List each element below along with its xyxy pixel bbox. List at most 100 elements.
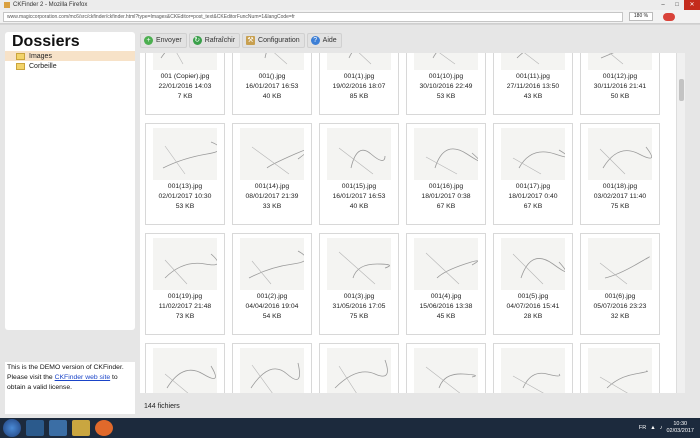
file-size: 73 KB [175,313,195,320]
thumbnail-image [153,53,217,70]
file-date: 18/01/2017 0:40 [508,193,558,200]
demo-notice: This is the DEMO version of CKFinder. Pl… [5,362,135,414]
close-button[interactable]: ✕ [684,0,700,10]
file-size: 43 KB [523,93,543,100]
file-tile[interactable] [232,343,312,393]
file-name: 001(12).jpg [602,73,638,80]
file-size: 75 KB [610,203,630,210]
file-tile[interactable]: 001(13).jpg 02/01/2017 10:30 53 KB [145,123,225,225]
help-label: Aide [322,37,337,44]
file-tile[interactable] [145,343,225,393]
volume-icon[interactable]: ♪ [660,425,663,431]
file-date: 05/07/2016 23:23 [593,303,647,310]
thumbnail-image [414,238,478,290]
file-size: 53 KB [175,203,195,210]
file-tile[interactable]: 001(15).jpg 16/01/2017 16:53 40 KB [319,123,399,225]
thumbnail-image [153,348,217,393]
thumbnail-image [327,53,391,70]
refresh-button[interactable]: ↻ Rafraîchir [188,33,241,48]
file-tile[interactable]: 001(18).jpg 03/02/2017 11:40 75 KB [580,123,660,225]
file-name: 001(17).jpg [515,183,551,190]
maximize-button[interactable]: □ [670,0,684,10]
file-tile[interactable] [493,343,573,393]
file-size: 28 KB [523,313,543,320]
folder-images[interactable]: Images [5,51,135,61]
zoom-level[interactable]: 180 % [629,12,653,21]
file-tile[interactable]: 001(11).jpg 27/11/2016 13:50 43 KB [493,53,573,115]
demo-text: Please visit the [7,374,53,381]
file-size: 67 KB [523,203,543,210]
file-date: 04/04/2016 19:04 [245,303,299,310]
minimize-button[interactable]: – [656,0,670,10]
start-button[interactable] [3,419,21,437]
file-tile[interactable]: 001(16).jpg 18/01/2017 0:38 67 KB [406,123,486,225]
refresh-label: Rafraîchir [204,37,236,44]
thumbnail-image [327,128,391,180]
thumbnail-image [240,348,304,393]
folder-icon[interactable] [72,420,90,436]
file-tile[interactable]: 001(6).jpg 05/07/2016 23:23 32 KB [580,233,660,335]
file-tile[interactable] [406,343,486,393]
thumbnail-image [240,238,304,290]
network-icon[interactable]: ▲ [650,425,655,431]
window-controls: – □ ✕ [656,0,700,10]
status-bar: 144 fichiers [144,403,180,410]
file-tile[interactable]: 001(5).jpg 04/07/2016 15:41 28 KB [493,233,573,335]
file-size: 67 KB [436,203,456,210]
wrench-icon: ⚒ [246,36,256,45]
file-size: 40 KB [349,203,369,210]
file-name: 001(14).jpg [254,183,290,190]
demo-text: to [112,374,118,381]
thumbnail-image [414,53,478,70]
scrollbar-thumb[interactable] [679,79,684,101]
file-date: 15/06/2016 13:38 [419,303,473,310]
file-tile[interactable]: 001(4).jpg 15/06/2016 13:38 45 KB [406,233,486,335]
folder-label: Corbeille [29,62,57,70]
file-size: 75 KB [349,313,369,320]
help-button[interactable]: ? Aide [306,33,342,48]
upload-button[interactable]: + Envoyer [140,33,187,48]
folder-corbeille[interactable]: Corbeille [5,61,135,71]
file-date: 04/07/2016 15:41 [506,303,560,310]
settings-label: Configuration [258,37,300,44]
firefox-icon[interactable] [95,420,113,436]
explorer-icon[interactable] [49,420,67,436]
file-name: 001(13).jpg [167,183,203,190]
file-date: 16/01/2017 16:53 [245,83,299,90]
file-size: 33 KB [262,203,282,210]
thumbnail-image [414,348,478,393]
file-tile[interactable]: 001(3).jpg 31/05/2016 17:05 75 KB [319,233,399,335]
file-date: 30/11/2016 21:41 [593,83,647,90]
vertical-scrollbar[interactable] [676,53,685,393]
file-tile[interactable]: 001(2).jpg 04/04/2016 19:04 54 KB [232,233,312,335]
file-date: 18/01/2017 0:38 [421,193,471,200]
file-tile[interactable]: 001(19).jpg 11/02/2017 21:48 73 KB [145,233,225,335]
file-tile[interactable]: 001(10).jpg 30/10/2016 22:49 53 KB [406,53,486,115]
settings-button[interactable]: ⚒ Configuration [242,33,305,48]
thumbnail-image [501,128,565,180]
thumbnail-image [414,128,478,180]
file-tile[interactable] [319,343,399,393]
thumbnail-image [501,348,565,393]
file-tile[interactable]: 001 (Copier).jpg 22/01/2016 14:03 7 KB [145,53,225,115]
file-grid: 001 (Copier).jpg 22/01/2016 14:03 7 KB 001(… [145,53,665,393]
file-tile[interactable]: 001().jpg 16/01/2017 16:53 40 KB [232,53,312,115]
file-size: 7 KB [177,93,193,100]
file-name: 001(5).jpg [517,293,549,300]
file-tile[interactable]: 001(14).jpg 08/01/2017 21:39 33 KB [232,123,312,225]
file-tile[interactable] [580,343,660,393]
window-title-bar: CKFinder 2 - Mozilla Firefox – □ ✕ [0,0,700,10]
file-name: 001(6).jpg [604,293,636,300]
language-indicator[interactable]: FR [639,425,646,431]
steam-icon[interactable] [26,420,44,436]
file-tile[interactable]: 001(17).jpg 18/01/2017 0:40 67 KB [493,123,573,225]
ckfinder-website-link[interactable]: CKFinder web site [55,374,111,381]
thumbnail-image [588,238,652,290]
help-icon: ? [310,36,320,45]
file-tile[interactable]: 001(12).jpg 30/11/2016 21:41 50 KB [580,53,660,115]
clock[interactable]: 10:30 02/03/2017 [666,421,694,435]
demo-line-1: This is the DEMO version of CKFinder. [7,364,124,371]
address-bar[interactable]: www.magiccorporation.com/mc6/src/ckfinde… [3,11,623,22]
adblock-icon[interactable] [663,12,675,21]
file-tile[interactable]: 001(1).jpg 19/02/2016 18:07 85 KB [319,53,399,115]
